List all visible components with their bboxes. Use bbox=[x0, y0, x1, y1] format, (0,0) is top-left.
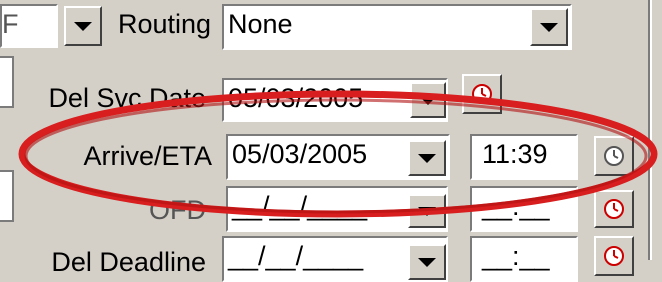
arrive-eta-time-field[interactable]: 11:39 bbox=[470, 134, 578, 180]
chevron-down-icon bbox=[418, 153, 436, 163]
left-field-fragment: F bbox=[2, 9, 19, 39]
routing-field[interactable]: None bbox=[222, 4, 572, 50]
arrive-eta-date-dropdown[interactable] bbox=[408, 140, 446, 176]
del-deadline-label: Del Deadline bbox=[51, 247, 206, 277]
window-edge-highlight bbox=[650, 0, 652, 260]
ofd-label: OFD bbox=[149, 195, 206, 225]
left-dropdown-button[interactable] bbox=[64, 6, 102, 46]
left-dropdown-field[interactable]: F bbox=[0, 4, 58, 48]
del-svc-date-label: Del Svc Date bbox=[48, 83, 206, 113]
arrive-eta-label: Arrive/ETA bbox=[83, 141, 212, 171]
chevron-down-icon bbox=[418, 257, 436, 267]
chevron-down-icon bbox=[74, 21, 92, 31]
routing-label: Routing bbox=[118, 9, 212, 39]
del-svc-date-dropdown[interactable] bbox=[410, 82, 446, 118]
ofd-time-field[interactable]: __:__ bbox=[470, 186, 578, 232]
del-deadline-clock-button[interactable] bbox=[594, 236, 634, 276]
left-field-edge bbox=[0, 56, 14, 108]
del-deadline-time-field[interactable]: __:__ bbox=[470, 236, 578, 282]
clock-icon bbox=[604, 146, 624, 166]
chevron-down-icon bbox=[418, 206, 436, 216]
arrive-eta-time-value: 11:39 bbox=[482, 139, 548, 169]
arrive-eta-clock-button[interactable] bbox=[594, 136, 634, 176]
del-svc-date-clock-button[interactable] bbox=[462, 74, 502, 114]
chevron-down-icon bbox=[419, 95, 437, 105]
del-deadline-date-value: __/__/____ bbox=[228, 241, 364, 271]
clock-icon bbox=[472, 84, 492, 104]
routing-value: None bbox=[228, 9, 293, 39]
del-deadline-date-dropdown[interactable] bbox=[408, 244, 446, 280]
del-deadline-time-value: __:__ bbox=[482, 241, 550, 271]
arrive-eta-date-value: 05/03/2005 bbox=[232, 139, 368, 169]
ofd-clock-button[interactable] bbox=[594, 190, 634, 228]
chevron-down-icon bbox=[540, 22, 558, 32]
clock-icon bbox=[604, 199, 624, 219]
clock-icon bbox=[604, 246, 624, 266]
ofd-date-dropdown[interactable] bbox=[408, 194, 446, 228]
ofd-time-value: __:__ bbox=[482, 191, 550, 221]
routing-dropdown-button[interactable] bbox=[530, 8, 568, 46]
del-svc-date-value: 05/03/2005 bbox=[228, 83, 364, 113]
left-field-edge bbox=[0, 170, 14, 222]
ofd-date-value: __/__/____ bbox=[232, 191, 368, 221]
